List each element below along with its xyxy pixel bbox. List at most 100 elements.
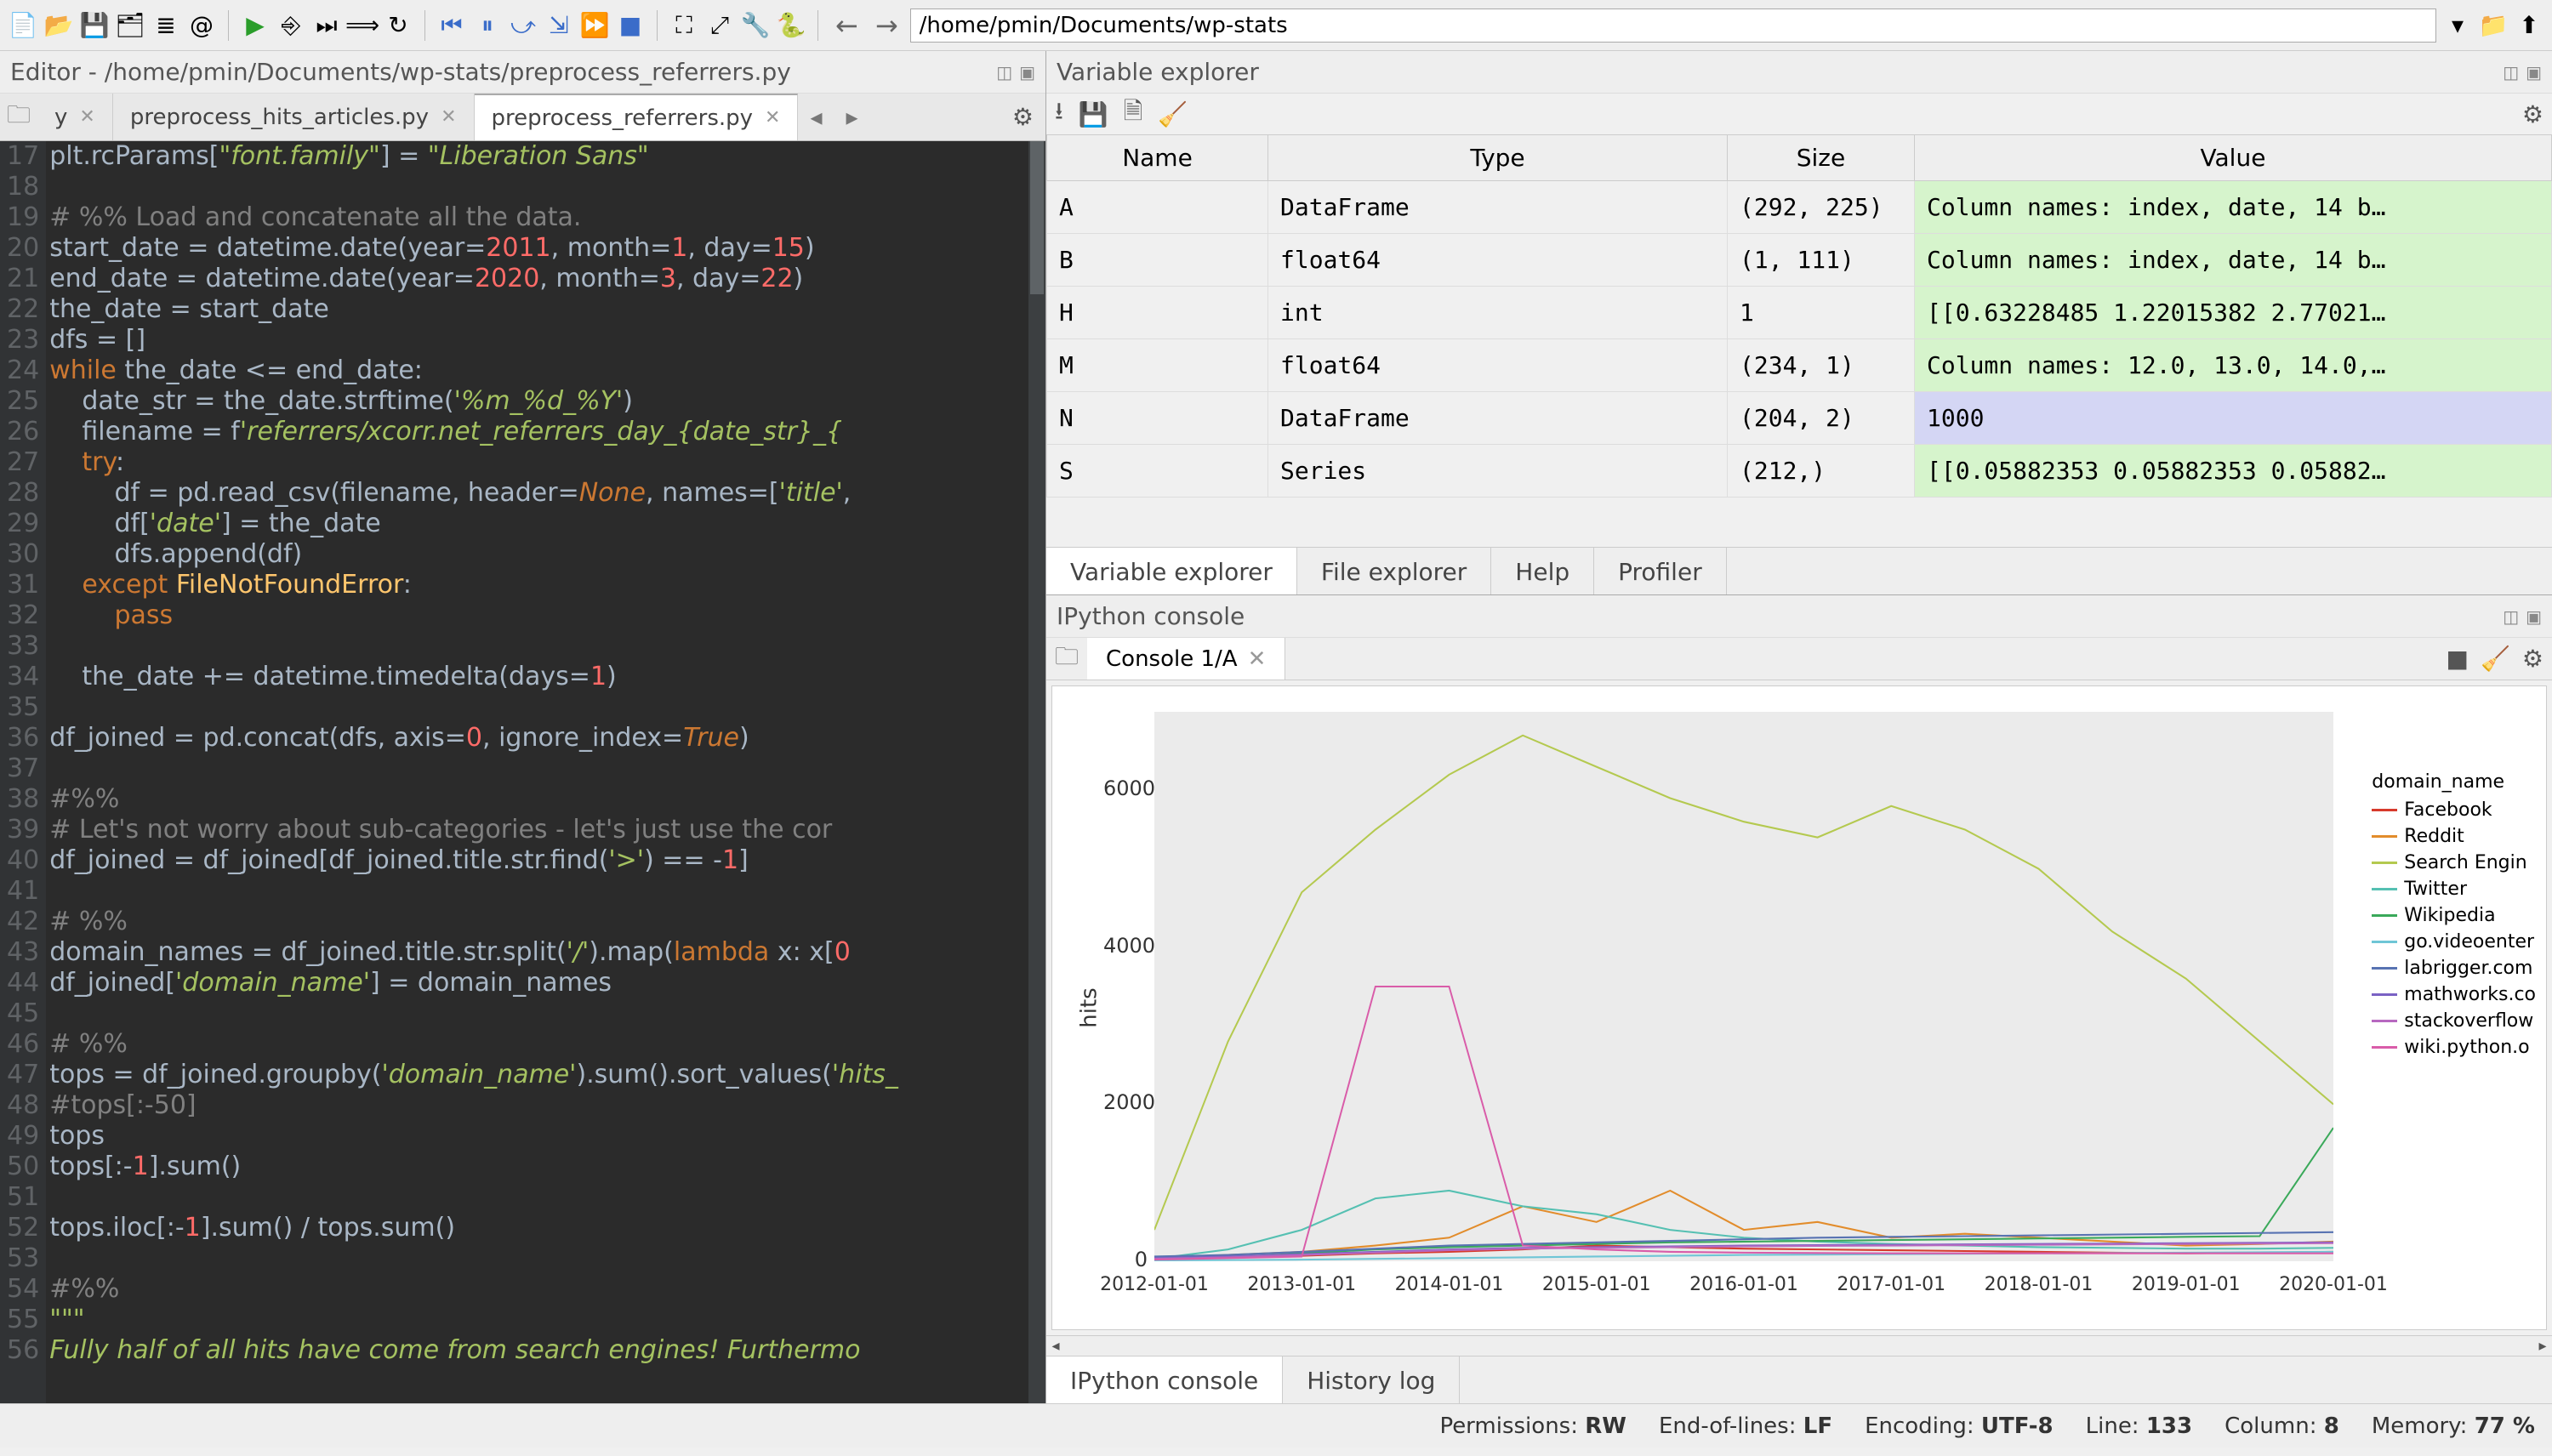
pane-undock-icon[interactable]: ▣: [2519, 606, 2542, 627]
legend-label: go.videoenter: [2404, 931, 2534, 953]
tab-scroll-left-icon[interactable]: ◂: [798, 103, 834, 131]
tab-ipython-console[interactable]: IPython console: [1046, 1356, 1283, 1403]
console-tab[interactable]: Console 1/A ✕: [1087, 638, 1285, 680]
open-folder-icon[interactable]: 📂: [44, 11, 73, 40]
editor-tab[interactable]: preprocess_referrers.py ✕: [475, 94, 799, 140]
back-button[interactable]: ←: [830, 9, 863, 42]
console-browse-icon[interactable]: 🗀: [1046, 639, 1087, 680]
legend-label: Search Engin: [2404, 852, 2526, 873]
tab-profiler[interactable]: Profiler: [1594, 548, 1727, 594]
run-icon[interactable]: ▶: [241, 11, 270, 40]
close-icon[interactable]: ✕: [441, 106, 456, 128]
scroll-right-icon[interactable]: ▸: [2533, 1336, 2552, 1356]
cwd-dropdown-icon[interactable]: ▾: [2443, 11, 2472, 40]
code-editor[interactable]: 1718192021222324252627282930313233343536…: [0, 141, 1045, 1403]
status-eol: End-of-lines: LF: [1659, 1413, 1832, 1439]
run-cell-icon[interactable]: ⎆: [276, 11, 305, 40]
legend-label: Wikipedia: [2404, 905, 2495, 926]
console-options-icon[interactable]: ⚙: [2522, 645, 2543, 673]
run-again-icon[interactable]: ↻: [384, 11, 413, 40]
col-header-type[interactable]: Type: [1268, 135, 1728, 181]
legend-swatch: [2372, 941, 2397, 943]
fullscreen-icon[interactable]: ⤢: [705, 11, 734, 40]
close-icon[interactable]: ✕: [1248, 646, 1267, 672]
browse-folder-icon[interactable]: 📁: [2479, 11, 2508, 40]
pane-undock-icon[interactable]: ▣: [2519, 62, 2542, 82]
console-title: IPython console: [1057, 602, 1245, 630]
import-data-icon[interactable]: ⭳: [1055, 94, 1063, 134]
save-data-icon[interactable]: 💾: [1079, 100, 1108, 128]
legend-swatch: [2372, 993, 2397, 996]
plot-line: [1154, 736, 2333, 1230]
scroll-left-icon[interactable]: ◂: [1046, 1336, 1065, 1356]
editor-title-bar: Editor - /home/pmin/Documents/wp-stats/p…: [0, 51, 1045, 94]
console-title-bar: IPython console ◫ ▣: [1046, 595, 2552, 638]
close-icon[interactable]: ✕: [765, 107, 780, 128]
legend-row: Twitter: [2372, 879, 2536, 900]
tab-scroll-right-icon[interactable]: ▸: [835, 103, 870, 131]
legend-row: wiki.python.o: [2372, 1037, 2536, 1058]
col-header-value[interactable]: Value: [1915, 135, 2552, 181]
table-row[interactable]: ADataFrame(292, 225)Column names: index,…: [1047, 181, 2552, 234]
run-cell-advance-icon[interactable]: ⏭: [312, 11, 341, 40]
remove-icon[interactable]: 🧹: [1158, 100, 1188, 128]
save-as-icon[interactable]: 🗎: [1124, 94, 1143, 134]
legend-swatch: [2372, 862, 2397, 864]
maximize-icon[interactable]: ⛶: [669, 11, 698, 40]
plot-xtick: 2016-01-01: [1689, 1274, 1798, 1295]
save-icon[interactable]: 💾: [80, 11, 109, 40]
plot-svg: [1154, 712, 2333, 1261]
python-path-icon[interactable]: 🐍: [777, 11, 806, 40]
status-permissions: Permissions: RW: [1439, 1413, 1626, 1439]
pane-split-icon[interactable]: ◫: [2496, 62, 2519, 82]
list-icon[interactable]: ≣: [151, 11, 180, 40]
varexp-options-icon[interactable]: ⚙: [2522, 100, 2543, 128]
new-file-icon[interactable]: 📄: [9, 11, 37, 40]
debug-step-icon[interactable]: ⏮: [437, 11, 466, 40]
legend-row: stackoverflow: [2372, 1010, 2536, 1032]
preferences-icon[interactable]: 🔧: [741, 11, 770, 40]
status-bar: Permissions: RW End-of-lines: LF Encodin…: [0, 1403, 2552, 1447]
tab-history-log[interactable]: History log: [1283, 1356, 1460, 1403]
tab-file-explorer[interactable]: File explorer: [1297, 548, 1491, 594]
debug-stop-icon[interactable]: ■: [616, 11, 645, 40]
editor-tab[interactable]: y ✕: [37, 94, 113, 140]
col-header-size[interactable]: Size: [1728, 135, 1915, 181]
table-row[interactable]: NDataFrame(204, 2)1000: [1047, 392, 2552, 445]
tab-variable-explorer[interactable]: Variable explorer: [1046, 548, 1297, 594]
save-all-icon[interactable]: 🗂: [116, 11, 145, 40]
cwd-input[interactable]: [910, 9, 2436, 43]
tab-browse-icon[interactable]: 🗀: [0, 97, 37, 138]
debug-step-in-icon[interactable]: ⇲: [544, 11, 573, 40]
debug-pause-icon[interactable]: ⏸: [473, 11, 502, 40]
table-row[interactable]: SSeries(212,)[[0.05882353 0.05882353 0.0…: [1047, 445, 2552, 498]
variable-table[interactable]: Name Type Size Value ADataFrame(292, 225…: [1046, 134, 2552, 547]
table-row[interactable]: Hint1[[0.63228485 1.22015382 2.77021…: [1047, 287, 2552, 339]
at-icon[interactable]: @: [187, 11, 216, 40]
varexp-title: Variable explorer: [1057, 58, 1259, 86]
plot-ytick: 4000: [1103, 934, 1148, 958]
table-row[interactable]: Mfloat64(234, 1)Column names: 12.0, 13.0…: [1047, 339, 2552, 392]
console-bottom-tabs: IPython console History log: [1046, 1356, 2552, 1403]
run-selection-icon[interactable]: ⟹: [348, 11, 377, 40]
editor-options-icon[interactable]: ⚙: [1000, 103, 1045, 131]
console-hscrollbar[interactable]: ◂ ▸: [1046, 1335, 2552, 1356]
pane-undock-icon[interactable]: ▣: [1012, 62, 1035, 82]
parent-folder-icon[interactable]: ⬆: [2515, 11, 2543, 40]
debug-continue-icon[interactable]: ⏩: [580, 11, 609, 40]
status-line: Line: 133: [2086, 1413, 2193, 1439]
editor-tab-label: y: [54, 105, 67, 130]
table-row[interactable]: Bfloat64(1, 111)Column names: index, dat…: [1047, 234, 2552, 287]
close-icon[interactable]: ✕: [79, 106, 94, 128]
col-header-name[interactable]: Name: [1047, 135, 1268, 181]
tab-help[interactable]: Help: [1491, 548, 1594, 594]
debug-step-over-icon[interactable]: ⤻: [509, 11, 538, 40]
console-plot-output: hits 0200040006000 2012-01-012013-01-012…: [1051, 685, 2547, 1330]
pane-split-icon[interactable]: ◫: [2496, 606, 2519, 627]
clear-console-icon[interactable]: 🧹: [2481, 645, 2510, 673]
editor-scrollbar[interactable]: [1028, 141, 1045, 1403]
stop-kernel-icon[interactable]: ■: [2447, 645, 2469, 673]
editor-tab[interactable]: preprocess_hits_articles.py ✕: [113, 94, 475, 140]
pane-split-icon[interactable]: ◫: [989, 62, 1012, 82]
forward-button[interactable]: →: [870, 9, 903, 42]
